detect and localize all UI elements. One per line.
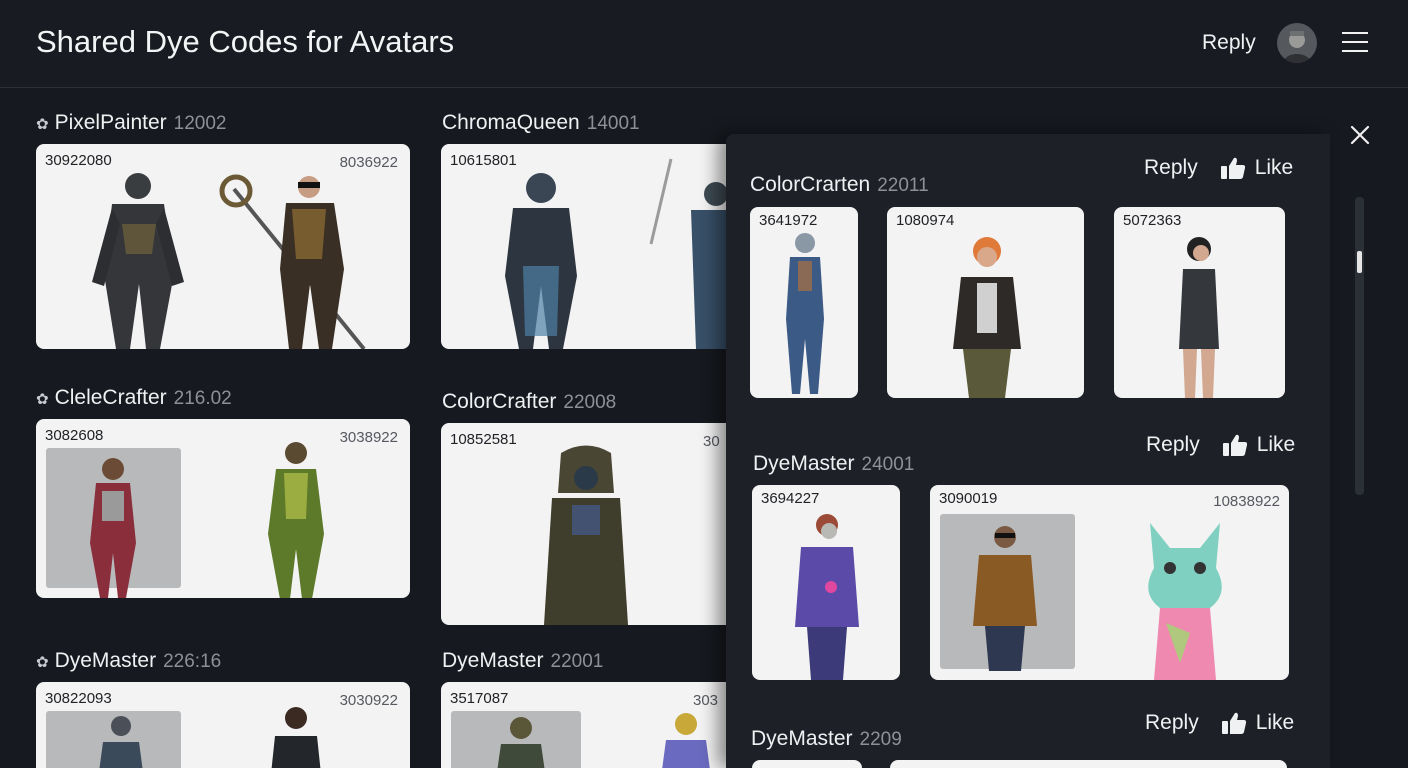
avatar-card[interactable]: 3082608 3038922 (36, 419, 410, 598)
post-author[interactable]: DyeMaster (442, 649, 544, 673)
dye-code: 3694227 (761, 490, 820, 507)
reply-button[interactable]: Reply (1145, 711, 1199, 735)
thumbs-up-icon (1222, 434, 1247, 456)
armored-avatar-figure (505, 173, 577, 349)
dye-code-right: 3030922 (339, 692, 398, 709)
post-count: 226:16 (163, 651, 222, 672)
post-count: 12002 (173, 113, 227, 134)
dye-code: 5072363 (1123, 212, 1182, 229)
avatar-card[interactable]: 3517087 303 (441, 682, 741, 768)
dye-code-right: 3038922 (339, 429, 398, 446)
like-button[interactable]: Like (1221, 711, 1295, 735)
post-header: DyeMaster 22001 (442, 649, 603, 673)
avatar-card[interactable]: 3090019 10838922 (930, 485, 1289, 680)
avatar-card[interactable]: 10852581 30 (441, 423, 741, 625)
page-title: Shared Dye Codes for Avatars (36, 24, 455, 59)
comment-header: DyeMaster 24001 (753, 452, 914, 476)
comment-count: 24001 (861, 454, 915, 475)
post-header: ✿ CleleCrafter 216.02 (36, 386, 232, 410)
like-button[interactable]: Like (1222, 433, 1296, 457)
comment-header: ColorCrarten 22011 (750, 173, 929, 197)
scrollbar-track[interactable] (1355, 197, 1364, 495)
comment-author[interactable]: DyeMaster (753, 452, 855, 476)
post-author[interactable]: PixelPainter (55, 111, 167, 135)
dye-code-right: 303 (693, 692, 719, 709)
avatar-card[interactable]: 1080974 (887, 207, 1084, 398)
post-author[interactable]: ColorCrafter (442, 390, 556, 414)
avatar-figure (90, 458, 136, 598)
dye-code: 3641972 (759, 212, 818, 229)
avatar-card[interactable]: 30822093 3030922 (36, 682, 410, 768)
armored-avatar-figure (92, 173, 184, 349)
app-header: Shared Dye Codes for Avatars Reply (0, 0, 1408, 88)
avatar-figure (268, 442, 324, 598)
user-icon: ✿ (36, 654, 49, 671)
avatar-figure (497, 717, 545, 768)
dye-code-left: 3082608 (45, 427, 104, 444)
comment-header: DyeMaster 2209 (751, 727, 902, 751)
avatar-card[interactable]: 3641972 (750, 207, 858, 398)
hooded-avatar-figure (544, 445, 628, 625)
dye-code-right: 30 (703, 433, 720, 450)
user-icon: ✿ (36, 116, 49, 133)
thumbs-up-icon (1221, 712, 1246, 734)
dye-code: 3090019 (939, 490, 998, 507)
reply-button[interactable]: Reply (1146, 433, 1200, 457)
user-icon: ✿ (36, 391, 49, 408)
post-count: 22008 (563, 392, 617, 413)
avatar-figure (795, 514, 859, 680)
post-count: 14001 (586, 113, 640, 134)
like-button[interactable]: Like (1220, 156, 1294, 180)
avatar-figure (1179, 237, 1219, 398)
comment-author[interactable]: ColorCrarten (750, 173, 870, 197)
avatar-figure (99, 716, 143, 768)
avatar-figure (649, 158, 736, 349)
header-reply-button[interactable]: Reply (1202, 31, 1256, 55)
avatar-card[interactable] (752, 760, 862, 768)
post-count: 216.02 (173, 388, 232, 409)
comment-actions: Reply Like (1145, 711, 1294, 735)
post-author[interactable]: ChromaQueen (442, 111, 580, 135)
post-header: ✿ DyeMaster 226:16 (36, 649, 221, 673)
post-author[interactable]: CleleCrafter (55, 386, 167, 410)
creature-avatar-figure (1148, 523, 1222, 680)
dye-code-left: 30822093 (45, 690, 112, 707)
post-count: 22001 (550, 651, 604, 672)
avatar[interactable] (1277, 23, 1317, 63)
avatar-card[interactable]: 5072363 (1114, 207, 1285, 398)
dye-code-right: 10838922 (1213, 493, 1280, 510)
avatar-figure (271, 707, 321, 768)
comment-author[interactable]: DyeMaster (751, 727, 853, 751)
avatar-figure (973, 526, 1037, 671)
avatar-figure (662, 713, 710, 768)
thumbs-up-icon (1220, 157, 1245, 179)
reply-button[interactable]: Reply (1144, 156, 1198, 180)
menu-icon[interactable] (1342, 32, 1368, 52)
armored-avatar-figure (219, 174, 366, 349)
like-label: Like (1255, 711, 1295, 734)
post-author[interactable]: DyeMaster (55, 649, 157, 673)
avatar-card[interactable]: 30922080 8036922 (36, 144, 410, 349)
comment-count: 22011 (877, 175, 929, 196)
comment-actions: Reply Like (1144, 156, 1293, 180)
dye-code-left: 10852581 (450, 431, 517, 448)
dye-code-left: 3517087 (450, 690, 509, 707)
like-label: Like (1256, 433, 1296, 456)
comments-panel: ColorCrarten 22011 Reply Like 3641972 10… (726, 134, 1330, 768)
avatar-card[interactable]: 10615801 (441, 144, 741, 349)
avatar-figure (786, 233, 824, 394)
comment-count: 2209 (859, 729, 902, 750)
comment-actions: Reply Like (1146, 433, 1295, 457)
like-label: Like (1254, 156, 1294, 179)
avatar-figure (953, 237, 1021, 398)
close-icon[interactable] (1349, 124, 1371, 146)
scrollbar-thumb[interactable] (1357, 251, 1362, 273)
avatar-card[interactable]: 3694227 (752, 485, 900, 680)
post-header: ColorCrafter 22008 (442, 390, 616, 414)
post-header: ChromaQueen 14001 (442, 111, 640, 135)
post-header: ✿ PixelPainter 12002 (36, 111, 226, 135)
avatar-card[interactable] (890, 760, 1287, 768)
dye-code: 1080974 (896, 212, 955, 229)
